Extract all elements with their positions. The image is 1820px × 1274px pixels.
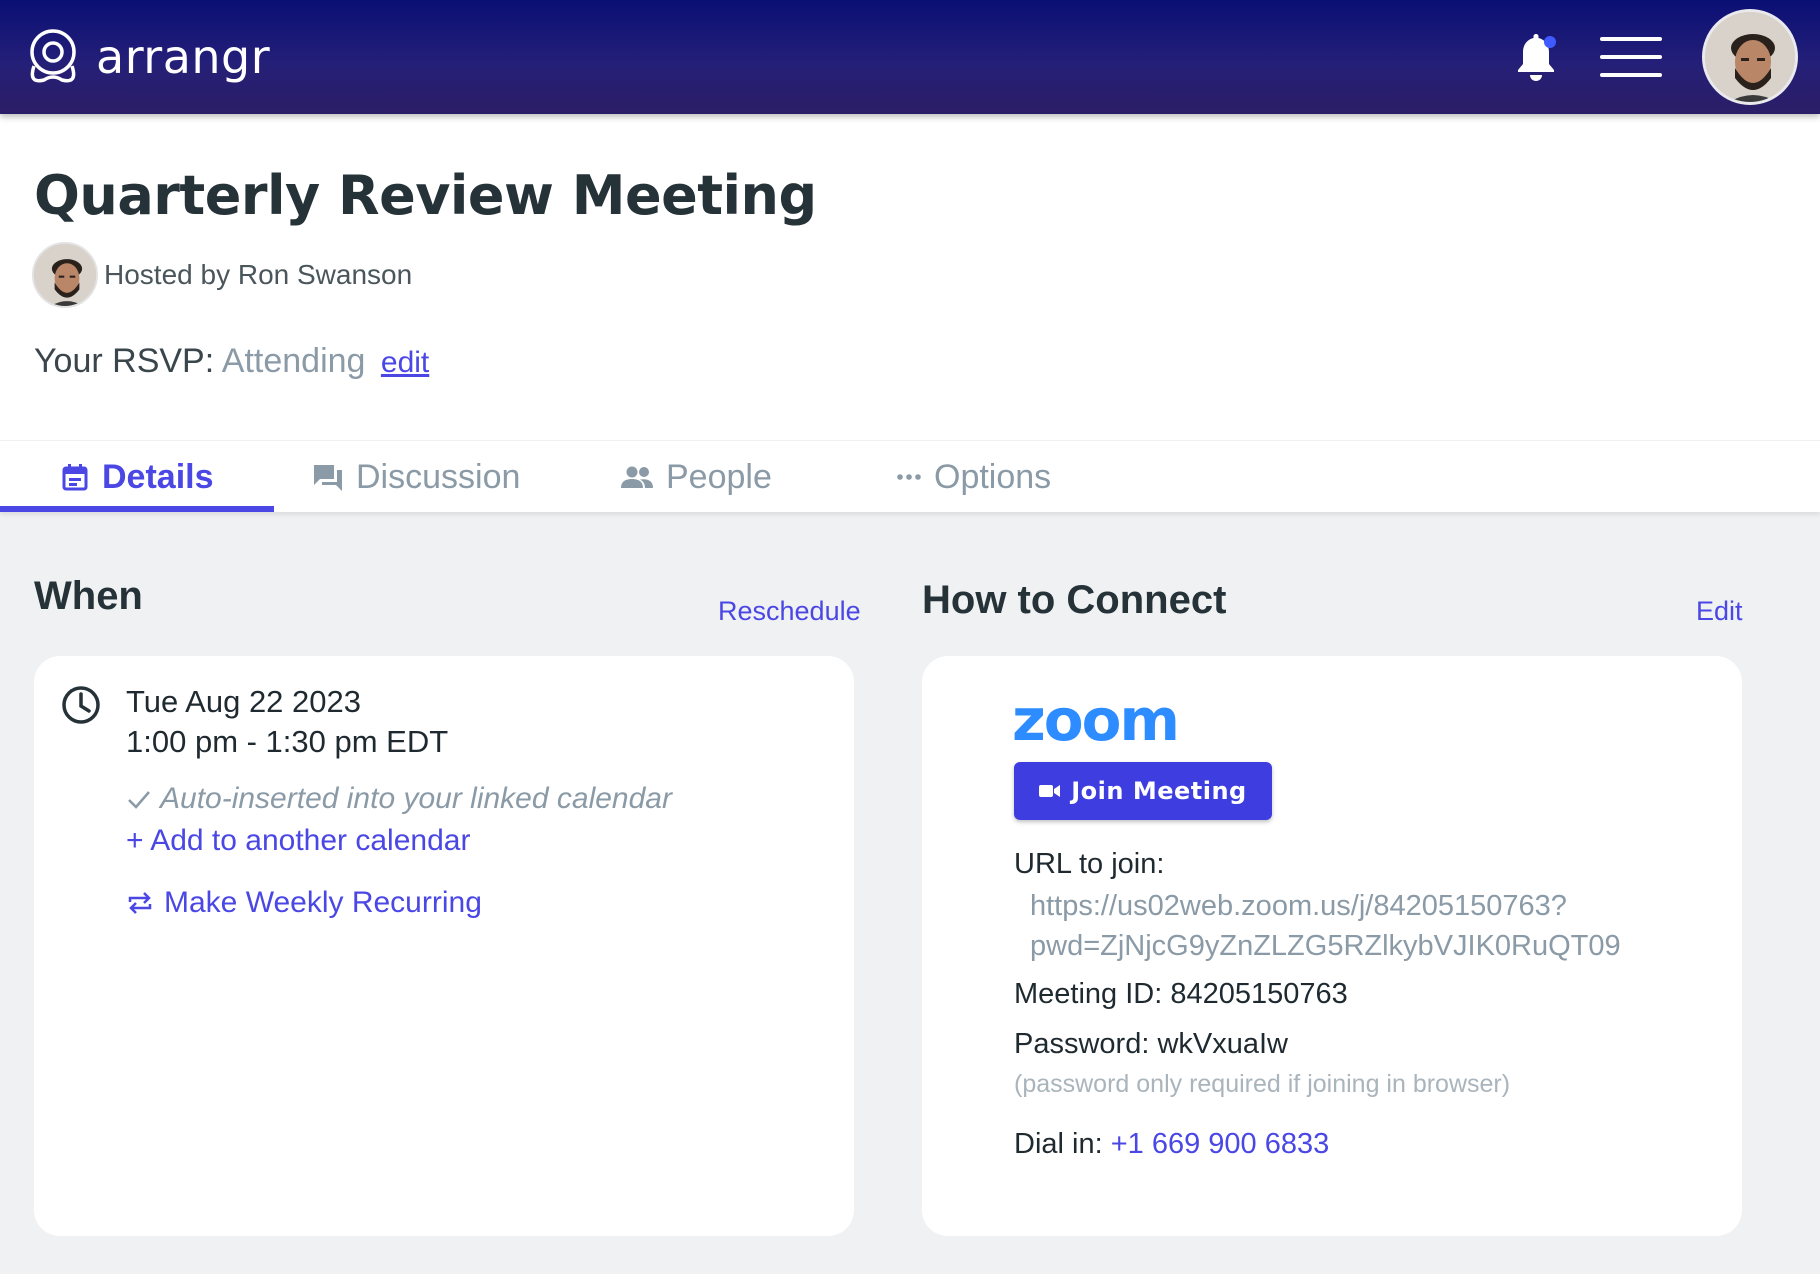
dial-in-label: Dial in:: [1014, 1128, 1103, 1160]
arrangr-logo-icon: [30, 29, 76, 83]
when-heading: When: [34, 574, 143, 618]
make-recurring-link[interactable]: Make Weekly Recurring: [126, 886, 482, 920]
meeting-url-link[interactable]: https://us02web.zoom.us/j/84205150763? p…: [1030, 886, 1621, 966]
meeting-id: Meeting ID: 84205150763: [1014, 978, 1348, 1010]
chat-icon: [314, 465, 342, 491]
people-icon: [621, 466, 653, 488]
host-text: Hosted by Ron Swanson: [104, 259, 413, 290]
rsvp-edit-link[interactable]: edit: [381, 346, 429, 379]
rsvp-value: Attending: [221, 342, 366, 380]
reschedule-link[interactable]: Reschedule: [718, 596, 861, 627]
hamburger-menu-icon[interactable]: [1600, 37, 1662, 77]
join-meeting-button[interactable]: Join Meeting: [1014, 762, 1272, 820]
event-time: 1:00 pm - 1:30 pm EDT: [126, 724, 449, 759]
notifications-button[interactable]: [1512, 30, 1560, 84]
connect-edit-link[interactable]: Edit: [1696, 596, 1743, 627]
meeting-url-line2: pwd=ZjNjcG9yZnZLZG5RZlkybVJIK0RuQT09: [1030, 930, 1621, 962]
brand-name: arrangr: [96, 30, 271, 84]
tab-people-label: People: [666, 457, 772, 496]
avatar-portrait: [1705, 12, 1795, 102]
zoom-logo: zoom: [1012, 686, 1180, 754]
tab-discussion-label: Discussion: [356, 457, 521, 496]
meeting-url-line1: https://us02web.zoom.us/j/84205150763?: [1030, 890, 1567, 922]
dial-in-row: Dial in: +1 669 900 6833: [1014, 1128, 1329, 1161]
calendar-icon: [62, 464, 88, 491]
event-datetime: Tue Aug 22 2023 1:00 pm - 1:30 pm EDT: [126, 682, 448, 762]
host-row: Hosted by Ron Swanson: [32, 242, 412, 308]
tab-options-label: Options: [934, 457, 1052, 496]
meeting-password: Password: wkVxuaIw: [1014, 1028, 1288, 1060]
event-date: Tue Aug 22 2023: [126, 684, 361, 719]
when-card: Tue Aug 22 2023 1:00 pm - 1:30 pm EDT Au…: [34, 656, 854, 1236]
check-icon: [128, 791, 150, 809]
rsvp-row: Your RSVP: Attending edit: [34, 342, 429, 381]
top-navigation-bar: arrangr: [0, 0, 1820, 114]
join-meeting-label: Join Meeting: [1071, 777, 1247, 805]
active-tab-indicator: [0, 506, 274, 512]
tab-details-label: Details: [102, 457, 214, 496]
tab-discussion[interactable]: Discussion: [312, 441, 520, 513]
notification-dot: [1544, 36, 1556, 48]
tab-people[interactable]: People: [620, 441, 772, 513]
auto-inserted-text: Auto-inserted into your linked calendar: [160, 782, 672, 815]
host-avatar: [32, 242, 98, 308]
connect-heading: How to Connect: [922, 578, 1227, 622]
tab-details[interactable]: Details: [60, 441, 214, 513]
auto-inserted-row: Auto-inserted into your linked calendar: [126, 782, 672, 816]
make-recurring-label: Make Weekly Recurring: [164, 886, 482, 919]
page-title: Quarterly Review Meeting: [34, 164, 817, 227]
dial-in-number[interactable]: +1 669 900 6833: [1111, 1128, 1330, 1160]
user-avatar[interactable]: [1702, 9, 1798, 105]
repeat-icon: [128, 892, 152, 914]
event-header: Quarterly Review Meeting Hosted by Ron S…: [0, 114, 1820, 440]
url-label: URL to join:: [1014, 848, 1165, 880]
add-to-calendar-link[interactable]: + Add to another calendar: [126, 824, 470, 858]
brand[interactable]: arrangr: [22, 26, 270, 88]
clock-icon: [62, 686, 100, 724]
more-horizontal-icon: [897, 474, 921, 480]
connect-card: zoom Join Meeting URL to join: https://u…: [922, 656, 1742, 1236]
password-note: (password only required if joining in br…: [1014, 1070, 1511, 1098]
video-camera-icon: [1039, 785, 1061, 797]
rsvp-label: Your RSVP:: [34, 342, 215, 380]
top-actions: [1512, 9, 1798, 105]
tab-options[interactable]: Options: [896, 441, 1051, 513]
tab-bar: Details Discussion People Options: [0, 440, 1820, 512]
